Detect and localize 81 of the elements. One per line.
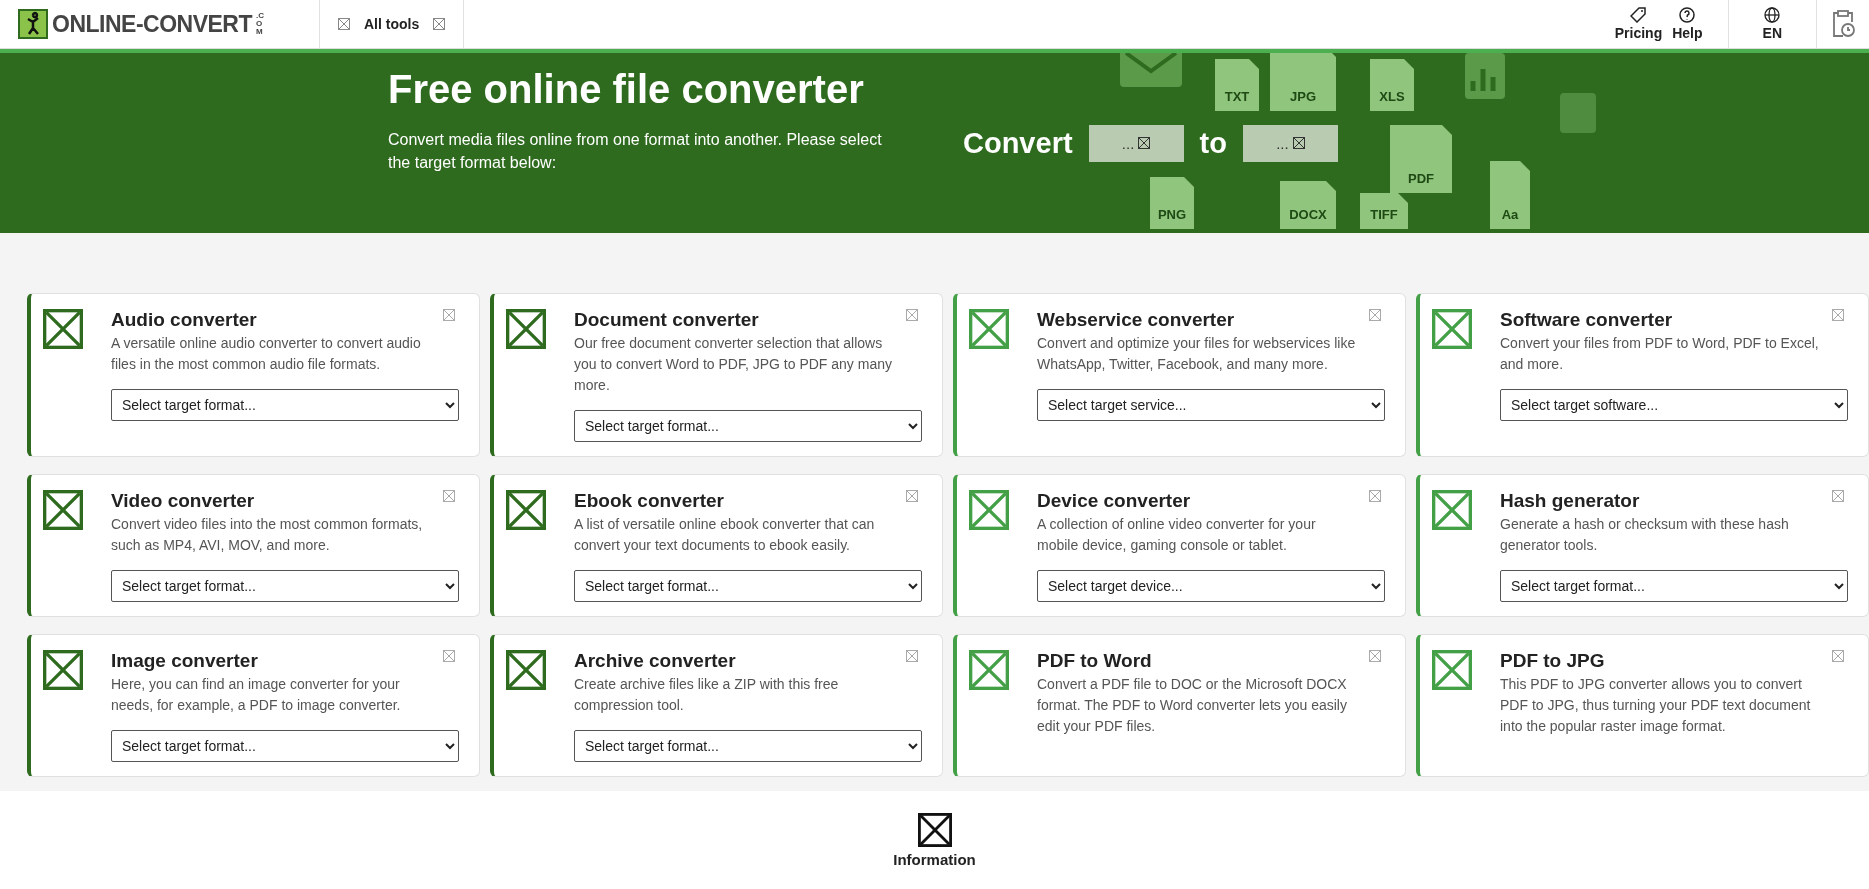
broken-image-icon (906, 309, 918, 321)
card-description: A list of versatile online ebook converter that can convert your text documents to ebook easily. (574, 515, 876, 555)
broken-image-icon (1832, 490, 1844, 502)
image-placeholder-icon (969, 650, 1009, 690)
image-placeholder-icon (1432, 490, 1472, 530)
target-format-field[interactable]: ... (1242, 124, 1338, 162)
card-title: Software converter (1500, 309, 1673, 331)
hero-title: Free online file converter (388, 67, 864, 112)
image-placeholder-icon (506, 490, 546, 530)
language-button[interactable]: EN (1727, 0, 1817, 48)
broken-image-icon (1369, 650, 1381, 662)
card-description: Convert and optimize your files for webservices like WhatsApp, Twitter, Facebook, and many more. (1037, 334, 1357, 374)
format-select[interactable]: Select target format... (574, 570, 922, 602)
broken-image-icon (1832, 650, 1844, 662)
card-title: Document converter (574, 309, 759, 331)
card-description: Our free document converter selection that allows you to convert Word to PDF, JPG to PDF any many more. (574, 334, 893, 395)
broken-image-icon (1369, 490, 1381, 502)
hero-subtitle: Convert media files online from one format into another. Please select the target format below: (388, 130, 883, 173)
card-title: Audio converter (111, 309, 257, 331)
pricing-link[interactable]: Pricing (1609, 0, 1668, 48)
image-placeholder-icon (1432, 309, 1472, 349)
image-placeholder-icon (969, 309, 1009, 349)
broken-image-icon (1832, 309, 1844, 321)
format-select[interactable]: Select target format... (574, 410, 922, 442)
broken-image-icon (906, 650, 918, 662)
image-placeholder-icon (43, 309, 83, 349)
card-title: PDF to JPG (1500, 650, 1605, 672)
image-placeholder-icon (506, 309, 546, 349)
broken-image-icon (1138, 137, 1151, 149)
format-select[interactable]: Select target device... (1037, 570, 1385, 602)
source-format-field[interactable]: ... (1088, 124, 1184, 162)
format-select[interactable]: Select target format... (111, 389, 459, 421)
information-label: Information (893, 851, 976, 868)
card-description: A collection of online video converter for your mobile device, gaming console or tablet. (1037, 515, 1317, 555)
help-icon (1679, 7, 1696, 23)
card-title: Video converter (111, 490, 255, 512)
image-placeholder-icon (43, 650, 83, 690)
logo-suffix: .COM (256, 12, 264, 36)
card-description: A versatile online audio converter to convert audio files in the most common audio file formats. (111, 334, 422, 374)
image-placeholder-icon (969, 490, 1009, 530)
image-placeholder-icon (43, 490, 83, 530)
to-label: to (1199, 126, 1227, 160)
card-description: Convert your files from PDF to Word, PDF to Excel, and more. (1500, 334, 1820, 374)
broken-image-icon (443, 650, 455, 662)
card-description: Here, you can find an image converter for your needs, for example, a PDF to image converter. (111, 675, 402, 715)
format-select[interactable]: Select target format... (574, 730, 922, 762)
broken-image-icon (1292, 137, 1305, 149)
information-icon (917, 813, 952, 847)
broken-image-icon (1369, 309, 1381, 321)
card-description: Convert video files into the most common formats, such as MP4, AVI, MOV, and more. (111, 515, 424, 555)
broken-image-icon (443, 490, 455, 502)
globe-icon (1764, 7, 1781, 23)
card-description: Convert a PDF file to DOC or the Microsoft DOCX format. The PDF to Word converter lets you easily edit your PDF files. (1037, 675, 1348, 736)
card-title: PDF to Word (1037, 650, 1152, 672)
broken-image-icon (338, 18, 350, 30)
format-select[interactable]: Select target software... (1500, 389, 1848, 421)
card-title: Device converter (1037, 490, 1191, 512)
card-title: Hash generator (1500, 490, 1640, 512)
broken-image-icon (443, 309, 455, 321)
convert-label: Convert (963, 126, 1073, 160)
broken-image-icon (906, 490, 918, 502)
logo-icon (18, 9, 48, 39)
card-title: Archive converter (574, 650, 736, 672)
all-tools-link[interactable]: All tools (320, 0, 465, 48)
card-description: Generate a hash or checksum with these hash generator tools. (1500, 515, 1790, 555)
broken-image-icon (433, 18, 446, 30)
format-select[interactable]: Select target format... (1500, 570, 1848, 602)
format-select[interactable]: Select target service... (1037, 389, 1385, 421)
clipboard-clock-icon (1831, 10, 1855, 38)
format-select[interactable]: Select target format... (111, 570, 459, 602)
card-description: Create archive files like a ZIP with this free compression tool. (574, 675, 840, 715)
tag-icon (1630, 7, 1647, 23)
logo-text: ONLINE-CONVERT (52, 10, 252, 38)
card-description: This PDF to JPG converter allows you to convert PDF to JPG, thus turning your PDF text document into the popular raster image format. (1500, 675, 1812, 736)
card-title: Webservice converter (1037, 309, 1235, 331)
card-title: Ebook converter (574, 490, 724, 512)
format-select[interactable]: Select target format... (111, 730, 459, 762)
image-placeholder-icon (1432, 650, 1472, 690)
help-link[interactable]: Help (1667, 0, 1708, 48)
image-placeholder-icon (506, 650, 546, 690)
card-title: Image converter (111, 650, 258, 672)
